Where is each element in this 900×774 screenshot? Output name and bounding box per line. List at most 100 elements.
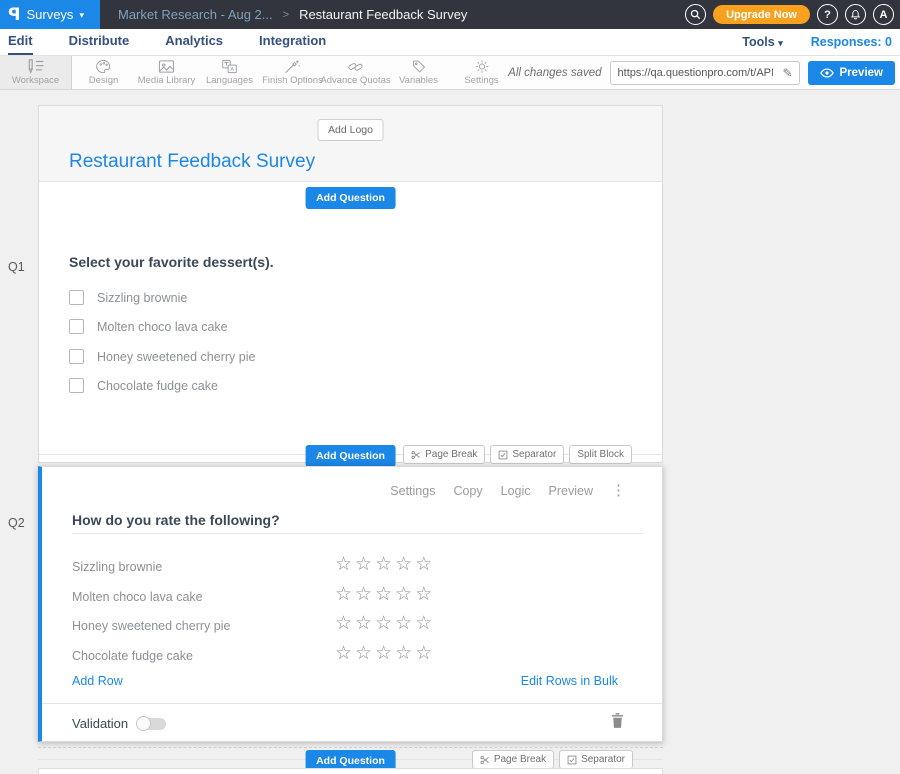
option-label[interactable]: Molten choco lava cake bbox=[97, 320, 228, 334]
tab-distribute[interactable]: Distribute bbox=[69, 29, 130, 55]
rating-row-label[interactable]: Molten choco lava cake bbox=[72, 590, 203, 604]
star-icon[interactable]: ☆ bbox=[355, 612, 375, 634]
toolbar-item-label: Finish Options bbox=[262, 75, 323, 86]
star-icon[interactable]: ☆ bbox=[335, 553, 355, 575]
add-question-button[interactable]: Add Question bbox=[305, 445, 396, 467]
star-rating-row: ☆☆☆☆☆ bbox=[335, 644, 435, 663]
q1-question-text[interactable]: Select your favorite dessert(s). bbox=[69, 254, 274, 270]
page-break-label: Page Break bbox=[425, 449, 477, 460]
star-icon[interactable]: ☆ bbox=[355, 583, 375, 605]
nav-tabs-row: Edit Distribute Analytics Integration To… bbox=[0, 29, 900, 56]
delete-question-button[interactable] bbox=[611, 713, 624, 733]
responses-count[interactable]: Responses: 0 bbox=[811, 35, 892, 49]
edit-rows-in-bulk-link[interactable]: Edit Rows in Bulk bbox=[521, 674, 618, 688]
tab-integration[interactable]: Integration bbox=[259, 29, 326, 55]
search-button[interactable] bbox=[685, 4, 706, 25]
separator-button[interactable]: Separator bbox=[559, 750, 633, 769]
upgrade-now-button[interactable]: Upgrade Now bbox=[713, 5, 810, 24]
survey-editor-app: P Surveys ▾ Market Research - Aug 2... >… bbox=[0, 0, 900, 774]
star-icon[interactable]: ☆ bbox=[415, 642, 435, 664]
toolbar-item-design[interactable]: Design bbox=[72, 56, 135, 89]
split-block-button[interactable]: Split Block bbox=[569, 445, 632, 464]
toolbar-item-label: Design bbox=[89, 75, 119, 86]
separator-button[interactable]: Separator bbox=[490, 445, 564, 464]
star-icon[interactable]: ☆ bbox=[335, 612, 355, 634]
checkbox[interactable] bbox=[69, 319, 84, 334]
toolbar-item-finish-options[interactable]: Finish Options bbox=[261, 56, 324, 89]
star-icon[interactable]: ☆ bbox=[335, 583, 355, 605]
star-icon[interactable]: ☆ bbox=[395, 642, 415, 664]
nav-right: Tools ▾ Responses: 0 bbox=[742, 35, 892, 49]
help-button[interactable]: ? bbox=[817, 4, 838, 25]
toolbar-item-languages[interactable]: A Languages bbox=[198, 56, 261, 89]
option-label[interactable]: Sizzling brownie bbox=[97, 291, 187, 305]
search-icon bbox=[690, 9, 701, 20]
option-label[interactable]: Honey sweetened cherry pie bbox=[97, 350, 255, 364]
tab-edit[interactable]: Edit bbox=[8, 29, 33, 55]
page-break-button[interactable]: Page Break bbox=[403, 445, 485, 464]
question-preview-action[interactable]: Preview bbox=[549, 484, 593, 498]
toolbar-item-settings[interactable]: Settings bbox=[450, 56, 513, 89]
add-row-link[interactable]: Add Row bbox=[72, 674, 123, 688]
toolbar-item-variables[interactable]: Variables bbox=[387, 56, 450, 89]
star-icon[interactable]: ☆ bbox=[375, 612, 395, 634]
palette-icon bbox=[95, 59, 112, 74]
star-icon[interactable]: ☆ bbox=[375, 642, 395, 664]
kebab-menu-icon[interactable]: ⋮ bbox=[611, 483, 626, 498]
product-switcher[interactable]: P Surveys ▾ bbox=[0, 0, 100, 29]
validation-toggle[interactable] bbox=[138, 718, 166, 730]
survey-url-input[interactable] bbox=[611, 67, 777, 79]
toolbar-item-advance-quotas[interactable]: Advance Quotas bbox=[324, 56, 387, 89]
trash-icon bbox=[611, 713, 624, 728]
breadcrumb-parent[interactable]: Market Research - Aug 2... bbox=[118, 7, 273, 22]
question-copy-action[interactable]: Copy bbox=[453, 484, 482, 498]
rating-row-label[interactable]: Honey sweetened cherry pie bbox=[72, 619, 230, 633]
svg-text:A: A bbox=[230, 67, 234, 73]
star-icon[interactable]: ☆ bbox=[415, 612, 435, 634]
question-settings-action[interactable]: Settings bbox=[390, 484, 435, 498]
workspace-icon bbox=[26, 59, 46, 74]
add-question-button[interactable]: Add Question bbox=[305, 187, 396, 209]
translate-icon: A bbox=[221, 59, 238, 74]
q1-option-row: Chocolate fudge cake bbox=[69, 378, 218, 393]
option-label[interactable]: Chocolate fudge cake bbox=[97, 379, 218, 393]
q2-question-text[interactable]: How do you rate the following? bbox=[72, 512, 280, 528]
star-icon[interactable]: ☆ bbox=[355, 642, 375, 664]
survey-block-1: Add Logo Restaurant Feedback Survey Add … bbox=[38, 105, 663, 463]
question-block-q2-selected[interactable]: Settings Copy Logic Preview ⋮ How do you… bbox=[38, 466, 663, 742]
block-actions-row: Add Question Page Break Separator Split … bbox=[39, 445, 662, 464]
question-logic-action[interactable]: Logic bbox=[501, 484, 531, 498]
preview-button[interactable]: Preview bbox=[808, 61, 895, 85]
q1-option-row: Molten choco lava cake bbox=[69, 319, 228, 334]
chevron-down-icon: ▾ bbox=[778, 38, 783, 48]
checkbox[interactable] bbox=[69, 349, 84, 364]
add-logo-button[interactable]: Add Logo bbox=[317, 119, 384, 141]
tab-analytics[interactable]: Analytics bbox=[165, 29, 223, 55]
notifications-button[interactable] bbox=[845, 4, 866, 25]
rating-row-label[interactable]: Chocolate fudge cake bbox=[72, 649, 193, 663]
toolbar-item-media-library[interactable]: Media Library bbox=[135, 56, 198, 89]
star-icon[interactable]: ☆ bbox=[395, 612, 415, 634]
rating-row-label[interactable]: Sizzling brownie bbox=[72, 560, 162, 574]
question-number-q1: Q1 bbox=[8, 260, 25, 274]
split-block-label: Split Block bbox=[577, 449, 624, 460]
star-icon[interactable]: ☆ bbox=[395, 583, 415, 605]
star-icon[interactable]: ☆ bbox=[415, 583, 435, 605]
page-break-button[interactable]: Page Break bbox=[472, 750, 554, 769]
star-icon[interactable]: ☆ bbox=[395, 553, 415, 575]
checkbox[interactable] bbox=[69, 378, 84, 393]
edit-url-pencil-icon[interactable]: ✎ bbox=[777, 66, 799, 80]
star-icon[interactable]: ☆ bbox=[375, 553, 395, 575]
add-question-slot-top: Add Question bbox=[305, 187, 396, 209]
checkbox[interactable] bbox=[69, 290, 84, 305]
star-icon[interactable]: ☆ bbox=[415, 553, 435, 575]
block-structure-buttons: Page Break Separator bbox=[472, 750, 633, 769]
survey-title[interactable]: Restaurant Feedback Survey bbox=[69, 151, 315, 173]
avatar[interactable]: A bbox=[873, 4, 894, 25]
tools-menu[interactable]: Tools ▾ bbox=[742, 35, 782, 49]
star-icon[interactable]: ☆ bbox=[375, 583, 395, 605]
gear-icon bbox=[474, 59, 490, 74]
star-icon[interactable]: ☆ bbox=[355, 553, 375, 575]
toolbar-item-workspace[interactable]: Workspace bbox=[0, 56, 72, 89]
star-icon[interactable]: ☆ bbox=[335, 642, 355, 664]
